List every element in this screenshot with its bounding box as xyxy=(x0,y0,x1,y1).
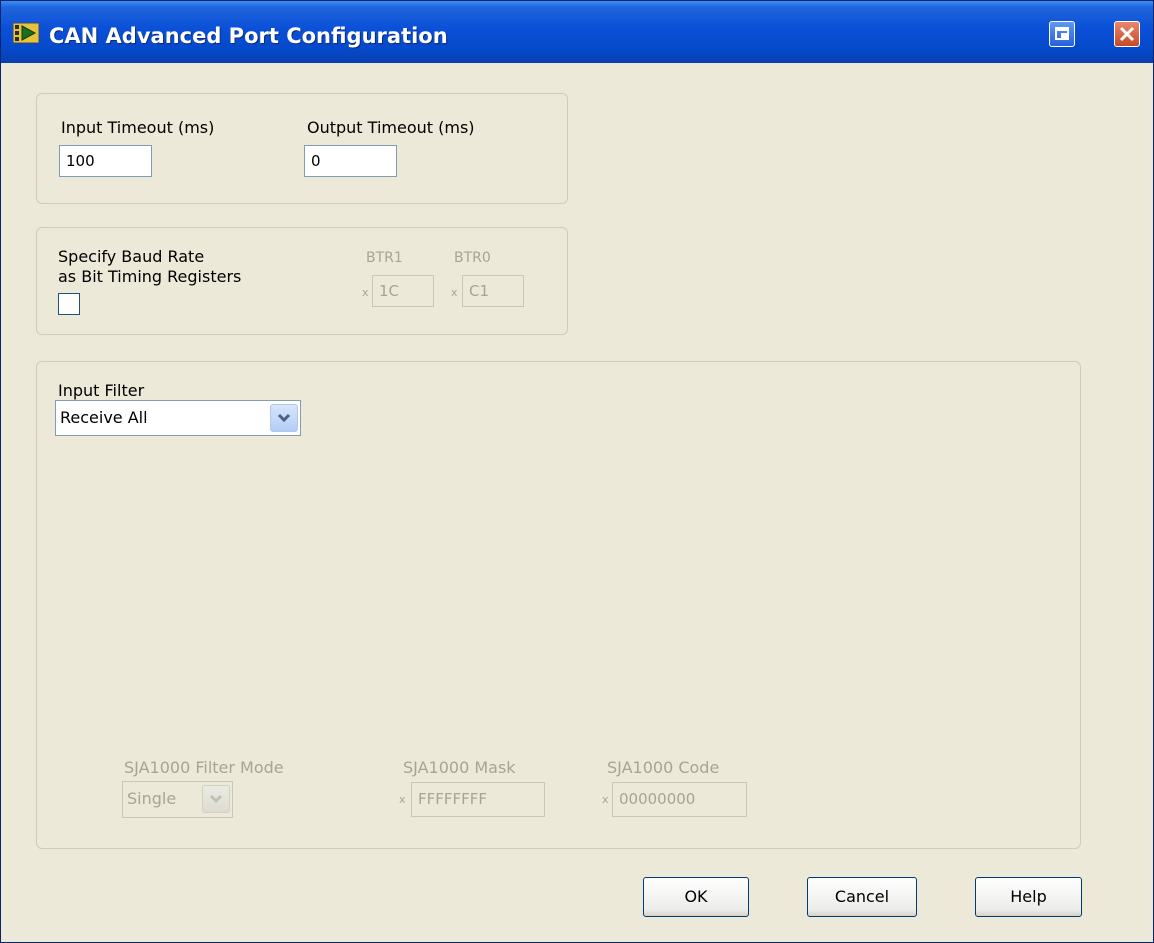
cancel-button[interactable]: Cancel xyxy=(807,877,917,917)
output-timeout-label: Output Timeout (ms) xyxy=(307,118,475,137)
input-filter-dropdown[interactable]: Receive All xyxy=(55,400,301,436)
chevron-down-icon[interactable] xyxy=(270,404,298,432)
filter-mode-label: SJA1000 Filter Mode xyxy=(124,758,284,777)
chevron-down-icon[interactable] xyxy=(202,785,230,813)
close-button[interactable] xyxy=(1114,21,1140,47)
mask-label: SJA1000 Mask xyxy=(403,758,516,777)
filter-mode-value: Single xyxy=(127,789,177,808)
baud-rate-label-line2: as Bit Timing Registers xyxy=(58,267,242,286)
labview-vi-icon xyxy=(13,23,39,43)
output-timeout-field[interactable]: 0 xyxy=(304,145,397,177)
specify-baud-rate-checkbox[interactable] xyxy=(58,293,80,315)
ok-button[interactable]: OK xyxy=(643,877,749,917)
help-button[interactable]: Help xyxy=(975,877,1082,917)
mask-field[interactable]: FFFFFFFF xyxy=(411,782,545,817)
baud-rate-label-line1: Specify Baud Rate xyxy=(58,247,205,266)
btr1-label: BTR1 xyxy=(366,250,403,266)
code-hex-prefix: x xyxy=(602,793,609,806)
code-label: SJA1000 Code xyxy=(607,758,720,777)
btr0-label: BTR0 xyxy=(454,250,491,266)
input-timeout-label: Input Timeout (ms) xyxy=(61,118,215,137)
window-title: CAN Advanced Port Configuration xyxy=(49,24,448,48)
input-filter-value: Receive All xyxy=(60,408,148,427)
restore-window-icon xyxy=(1055,27,1069,40)
btr0-hex-prefix: x xyxy=(451,286,458,299)
restore-button[interactable] xyxy=(1049,21,1075,47)
mask-hex-prefix: x xyxy=(399,793,406,806)
btr1-field[interactable]: 1C xyxy=(372,275,434,307)
filter-mode-dropdown[interactable]: Single xyxy=(122,781,233,818)
dialog-window: CAN Advanced Port Configuration Input Ti… xyxy=(0,0,1154,943)
title-bar[interactable]: CAN Advanced Port Configuration xyxy=(1,1,1153,63)
close-icon xyxy=(1119,26,1135,42)
btr1-hex-prefix: x xyxy=(362,286,369,299)
btr0-field[interactable]: C1 xyxy=(462,275,524,307)
input-filter-label: Input Filter xyxy=(58,381,145,400)
code-field[interactable]: 00000000 xyxy=(612,782,747,817)
input-timeout-field[interactable]: 100 xyxy=(59,145,152,177)
